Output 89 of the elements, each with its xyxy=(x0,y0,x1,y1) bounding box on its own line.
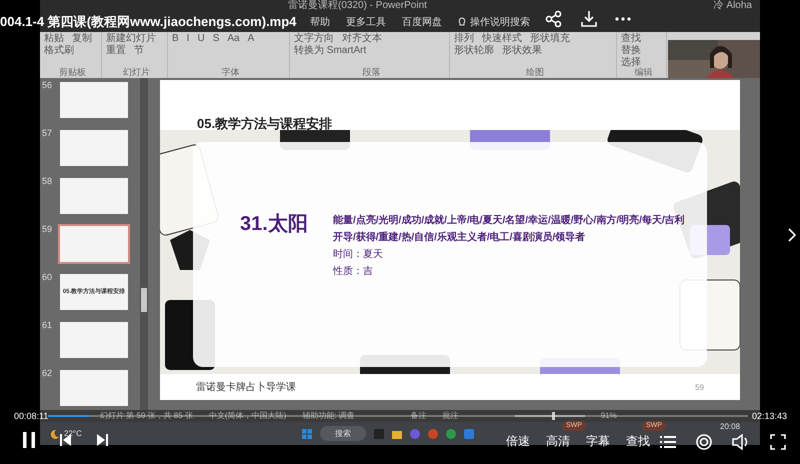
duration-time: 02:13:43 xyxy=(752,411,788,421)
menu-tab[interactable]: 百度网盘 xyxy=(402,14,442,30)
slide-heading: 05.教学方法与课程安排 xyxy=(197,116,332,131)
volume-icon[interactable] xyxy=(732,434,750,450)
search-field[interactable]: 搜索 xyxy=(320,426,366,441)
ribbon-button[interactable]: 节 xyxy=(134,45,144,57)
ribbon-button[interactable]: U xyxy=(197,33,205,45)
ribbon-button[interactable]: 格式刷 xyxy=(44,45,74,57)
slide-number: 58 xyxy=(41,176,54,188)
player-button[interactable]: 字幕 xyxy=(586,433,610,449)
ribbon-group-label: 幻灯片 xyxy=(123,67,150,77)
ribbon-group-label: 剪贴板 xyxy=(59,67,86,77)
ribbon-button[interactable]: 形状轮廓 xyxy=(454,45,494,57)
user-name: 冷 Aloha xyxy=(714,0,752,12)
lightbulb-icon xyxy=(458,17,466,27)
slide-info: 幻灯片 第 59 张，共 85 张 xyxy=(100,411,193,421)
slide-thumbnail[interactable] xyxy=(58,224,130,264)
ribbon-group-label: 字体 xyxy=(222,67,240,77)
slide-footer: 雷诺曼卡牌占卜导学课 xyxy=(196,382,296,394)
ribbon-button[interactable]: S xyxy=(212,33,220,45)
ribbon-button[interactable]: Aa xyxy=(227,33,240,45)
playlist-icon[interactable] xyxy=(660,435,676,449)
ribbon-group-label: 绘图 xyxy=(526,67,544,77)
slide-number: 60 xyxy=(41,272,54,284)
settings-icon[interactable] xyxy=(696,434,712,450)
share-icon[interactable] xyxy=(545,10,563,28)
page-number: 59 xyxy=(695,382,704,394)
ribbon-button[interactable]: 替换 xyxy=(621,45,641,57)
ribbon-button[interactable]: 排列 xyxy=(454,33,474,45)
ribbon-button[interactable]: B xyxy=(172,33,179,45)
slide-number: 62 xyxy=(41,368,54,380)
tell-me-search[interactable]: 操作说明搜索 xyxy=(458,14,530,30)
slide-thumbnail[interactable] xyxy=(58,80,130,120)
ribbon-button[interactable]: 查找 xyxy=(621,33,641,45)
language-status[interactable]: 中文(简体，中国大陆) xyxy=(208,411,286,421)
chevron-right-icon[interactable] xyxy=(788,228,796,242)
slide-thumbnail[interactable] xyxy=(58,320,130,360)
ribbon-button[interactable]: 文字方向 xyxy=(294,33,334,45)
moon-icon xyxy=(50,428,60,438)
next-icon[interactable] xyxy=(96,434,108,446)
keyword-line: 开导/获得/重建/热/自信/乐观主义者/电工/喜剧演员/领导者 xyxy=(333,230,586,245)
scrollbar-thumb[interactable] xyxy=(141,288,147,312)
zoom-level[interactable]: 91% xyxy=(600,411,617,421)
download-icon[interactable] xyxy=(581,10,597,28)
ribbon-button[interactable]: 复制 xyxy=(72,33,92,45)
ribbon-button[interactable]: I xyxy=(186,33,190,45)
comments-button[interactable]: 批注 xyxy=(442,411,459,421)
ribbon-button[interactable]: 形状效果 xyxy=(502,45,542,57)
fullscreen-icon[interactable] xyxy=(770,434,786,450)
more-icon[interactable] xyxy=(615,17,631,21)
start-icon[interactable] xyxy=(302,428,312,438)
video-title: 004.1-4 第四课(教程网www.jiaochengs.com).mp4 xyxy=(0,13,296,31)
folder-icon[interactable] xyxy=(392,428,402,438)
ribbon-button[interactable]: 快速样式 xyxy=(482,33,522,45)
app-icon[interactable] xyxy=(446,428,456,438)
player-button[interactable]: 查找 xyxy=(626,433,650,449)
ribbon-button[interactable]: 新建幻灯片 xyxy=(106,33,156,45)
slide-number: 57 xyxy=(41,128,54,140)
keyword-line: 能量/点亮/光明/成功/成就/上帝/电/夏天/名望/幸运/温暖/野心/南方/明亮/每天/吉利 xyxy=(333,213,685,228)
menu-tab[interactable]: 帮助 xyxy=(310,14,330,30)
ribbon-button[interactable]: 重置 xyxy=(106,45,126,57)
elapsed-time: 00:08:11 xyxy=(14,411,48,421)
ribbon-button[interactable]: A xyxy=(248,33,254,45)
slide-number: 56 xyxy=(41,80,54,92)
slide-thumbnail[interactable] xyxy=(58,128,130,168)
notes-button[interactable]: 备注 xyxy=(410,411,427,421)
menu-tab[interactable]: 更多工具 xyxy=(346,14,386,30)
player-button[interactable]: 高清 xyxy=(546,433,570,449)
slide-number: 61 xyxy=(41,320,54,332)
ribbon-button[interactable]: 选择 xyxy=(621,57,641,67)
accessibility-status[interactable]: 辅助功能: 调查 xyxy=(302,411,355,421)
detail-line: 时间：夏天 xyxy=(333,248,384,262)
pause-icon[interactable] xyxy=(22,432,36,448)
temperature: 22°C xyxy=(64,428,82,440)
card-title: 31.太阳 xyxy=(240,213,308,235)
ribbon-button[interactable]: 转换为 SmartArt xyxy=(294,45,366,57)
slide-number: 59 xyxy=(41,224,54,236)
ribbon-group-label: 段落 xyxy=(362,67,380,77)
zoom-thumb[interactable] xyxy=(552,412,555,420)
clock-time: 20:08 xyxy=(720,422,740,432)
slide-thumbnail[interactable] xyxy=(58,176,130,216)
ribbon-button[interactable]: 形状填充 xyxy=(530,33,570,45)
ribbon-button[interactable]: 粘贴 xyxy=(44,33,64,45)
player-button[interactable]: 倍速 xyxy=(506,433,530,449)
detail-line: 性质：吉 xyxy=(333,264,374,279)
ribbon-group-label: 编辑 xyxy=(634,67,652,77)
ribbon-button[interactable]: 对齐文本 xyxy=(342,33,382,45)
window-title: 雷诺曼课程(0320) - PowerPoint xyxy=(288,0,427,12)
slide-thumbnail[interactable] xyxy=(58,368,130,408)
